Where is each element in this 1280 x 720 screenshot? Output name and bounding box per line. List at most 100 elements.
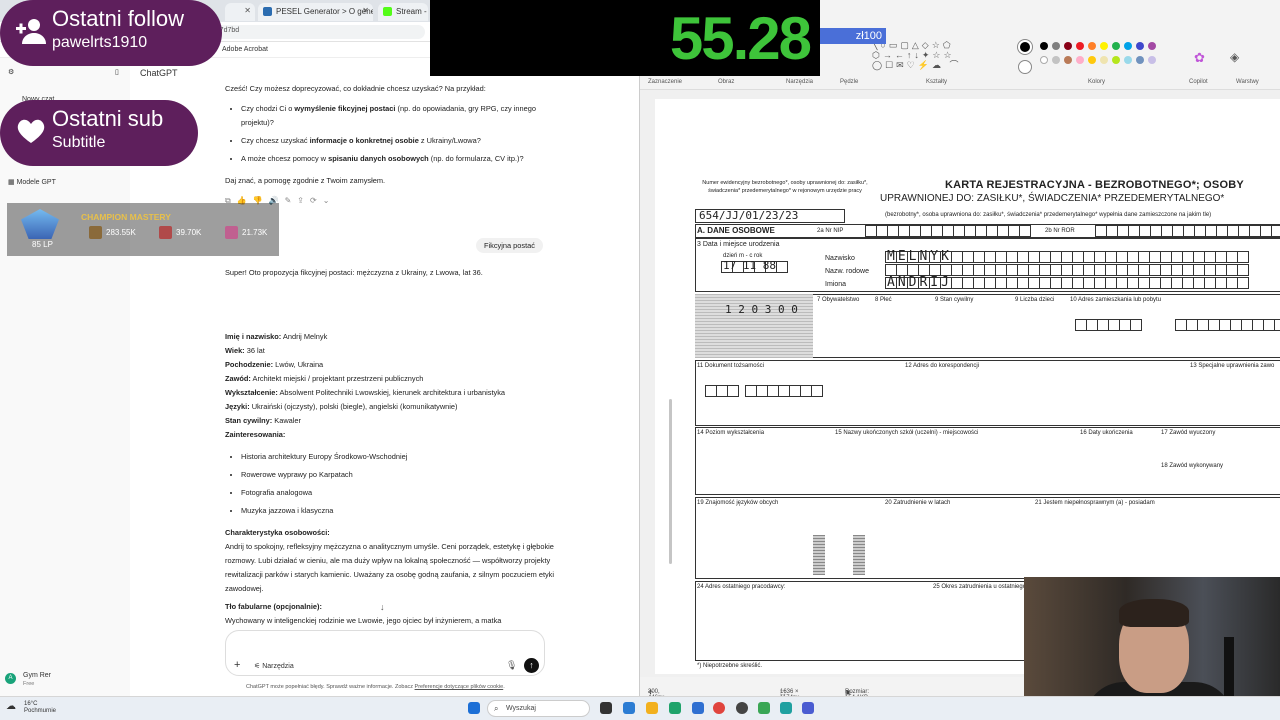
url-field[interactable]: 36b7d7bd bbox=[200, 25, 425, 39]
assistant-intro: Cześć! Czy możesz doprecyzować, co dokła… bbox=[225, 84, 486, 93]
palette-color-swatch[interactable] bbox=[1040, 56, 1048, 64]
palette-color-swatch[interactable] bbox=[1112, 42, 1120, 50]
tab-kick-stream[interactable]: Stream - K bbox=[378, 3, 428, 21]
palette-color-swatch[interactable] bbox=[1052, 56, 1060, 64]
dob-label: 3 Data i miejsce urodzenia bbox=[697, 241, 780, 248]
obs-icon[interactable] bbox=[736, 702, 748, 714]
registration-date-handwritten: 1 2 0 3 0 0 bbox=[725, 303, 798, 316]
paint-app-icon[interactable] bbox=[802, 702, 814, 714]
sidebar-item-gpts[interactable]: ▦ Modele GPT bbox=[8, 178, 56, 186]
file-explorer-icon[interactable] bbox=[646, 702, 658, 714]
vertical-scrollbar[interactable] bbox=[669, 399, 672, 564]
palette-color-swatch[interactable] bbox=[1136, 56, 1144, 64]
shapes-gallery[interactable]: ╲○▭▢△◇☆⬠ ⬡→←↑↓✦☆☆ ◯☐✉♡⚡☁ ⌒ bbox=[872, 40, 1022, 74]
close-icon[interactable]: ✕ bbox=[362, 6, 369, 15]
app-icon[interactable] bbox=[758, 702, 770, 714]
follow-title: Ostatni follow bbox=[52, 6, 185, 31]
tools-button[interactable]: ⚟ Narzędzia bbox=[254, 662, 294, 670]
tools-label: Narzędzia bbox=[262, 663, 294, 670]
palette-color-swatch[interactable] bbox=[1124, 56, 1132, 64]
palette-color-swatch[interactable] bbox=[1112, 56, 1120, 64]
send-button[interactable]: ↑ bbox=[524, 658, 539, 673]
evidence-number: 654/JJ/01/23/23 bbox=[699, 209, 799, 222]
tab-pesel[interactable]: PESEL Generator > O generato ✕ bbox=[258, 3, 373, 21]
field-row: Pochodzenie: Lwów, Ukraina bbox=[225, 360, 324, 369]
edge-icon[interactable] bbox=[669, 702, 681, 714]
close-icon[interactable]: ✕ bbox=[244, 6, 251, 15]
bookmark-adobe[interactable]: Adobe Acrobat bbox=[222, 46, 268, 53]
weather-desc: Pochmurnie bbox=[24, 708, 57, 714]
palette-color-swatch[interactable] bbox=[1148, 56, 1156, 64]
palette-color-swatch[interactable] bbox=[1040, 42, 1048, 50]
field-row: Języki: Ukraiński (ojczysty), polski (bi… bbox=[225, 402, 458, 411]
settings-icon[interactable]: ⚙ bbox=[8, 68, 14, 76]
chrome-icon[interactable] bbox=[713, 702, 725, 714]
price-badge: zł100 bbox=[820, 28, 886, 44]
scroll-down-icon[interactable]: ↓ bbox=[380, 602, 385, 612]
interests-list: Historia architektury Europy Środkowo-Ws… bbox=[241, 448, 555, 520]
layers-icon[interactable]: ◈ bbox=[1230, 50, 1239, 64]
start-menu-icon[interactable] bbox=[468, 702, 480, 714]
profession-label: 17 Zawód wyuczony bbox=[1161, 430, 1216, 436]
sidebar-toggle-icon[interactable]: ▯ bbox=[115, 68, 119, 76]
field-row: Imię i nazwisko: Andrij Melnyk bbox=[225, 332, 328, 341]
palette-color-swatch[interactable] bbox=[1064, 56, 1072, 64]
section-a-label: A. DANE OSOBOWE bbox=[697, 226, 775, 235]
outlook-icon[interactable] bbox=[623, 702, 635, 714]
palette-color-swatch[interactable] bbox=[1124, 42, 1132, 50]
microphone-icon[interactable]: 🎙 bbox=[506, 660, 517, 671]
special-rights-label: 13 Specjalne uprawnienia zawo bbox=[1190, 363, 1275, 369]
schools-label: 15 Nazwy ukończonych szkół (uczelni) - m… bbox=[835, 430, 979, 436]
follow-username: pawelrts1910 bbox=[52, 34, 148, 51]
palette-color-swatch[interactable] bbox=[1052, 42, 1060, 50]
palette-color-swatch[interactable] bbox=[1076, 42, 1084, 50]
champion-portrait-icon bbox=[159, 226, 172, 239]
palette-color-swatch[interactable] bbox=[1100, 42, 1108, 50]
grid-icon: ▦ bbox=[8, 179, 17, 186]
store-icon[interactable] bbox=[692, 702, 704, 714]
surname-handwritten: MELNYK bbox=[887, 249, 952, 264]
sliders-icon: ⚟ bbox=[254, 663, 263, 670]
shaded-block bbox=[813, 535, 825, 575]
palette-color-swatch[interactable] bbox=[1148, 42, 1156, 50]
marital-label: 9 Stan cywilny bbox=[935, 297, 974, 303]
maiden-name-label: Nazw. rodowe bbox=[825, 268, 869, 275]
ror-label: 2b Nr ROR bbox=[1045, 228, 1075, 234]
graduation-label: 16 Daty ukończenia bbox=[1080, 430, 1133, 436]
message-composer[interactable]: + ⚟ Narzędzia 🎙 ↑ bbox=[225, 630, 545, 676]
palette-color-swatch[interactable] bbox=[1088, 56, 1096, 64]
kick-favicon-icon bbox=[383, 7, 392, 16]
plus-icon[interactable]: + bbox=[234, 659, 240, 671]
search-icon: ⌕ bbox=[494, 704, 499, 713]
children-label: 9 Liczba dzieci bbox=[1015, 297, 1055, 303]
tab-close-area[interactable]: ✕ bbox=[225, 3, 255, 21]
palette-color-swatch[interactable] bbox=[1088, 42, 1096, 50]
rank-emblem-icon bbox=[21, 209, 59, 239]
footer-note: *) Niepotrzebne skreślić. bbox=[697, 663, 763, 669]
group-copilot: Copilot bbox=[1189, 79, 1208, 85]
taskbar-search[interactable]: ⌕ Wyszukaj bbox=[487, 700, 590, 717]
field-row: Stan cywilny: Kawaler bbox=[225, 416, 301, 425]
task-view-icon[interactable] bbox=[600, 702, 612, 714]
group-layers: Warstwy bbox=[1236, 79, 1259, 85]
champion-portrait-icon bbox=[89, 226, 102, 239]
color-2-swatch[interactable] bbox=[1018, 60, 1032, 74]
practiced-profession-label: 18 Zawód wykonywany bbox=[1161, 463, 1224, 469]
palette-color-swatch[interactable] bbox=[1100, 56, 1108, 64]
palette-color-swatch[interactable] bbox=[1064, 42, 1072, 50]
copilot-icon[interactable]: ✿ bbox=[1194, 50, 1205, 66]
group-brushes: Pędzle bbox=[840, 79, 859, 85]
cookie-preferences-link[interactable]: Preferencje dotyczące plików cookie bbox=[415, 684, 504, 690]
palette-color-swatch[interactable] bbox=[1076, 56, 1084, 64]
app-icon[interactable] bbox=[780, 702, 792, 714]
postal-cells bbox=[1075, 319, 1142, 331]
weather-widget[interactable]: ☁ 16°C Pochmurnie bbox=[6, 701, 57, 715]
tab-label: PESEL Generator > O generato bbox=[276, 7, 373, 16]
field-row: Wiek: 36 lat bbox=[225, 346, 265, 355]
user-name: Gym Rer bbox=[23, 672, 51, 679]
palette-color-swatch[interactable] bbox=[1136, 42, 1144, 50]
app-title: ChatGPT bbox=[140, 68, 178, 78]
tab-label: Stream - K bbox=[396, 7, 428, 16]
shaded-block bbox=[853, 535, 865, 575]
color-1-swatch[interactable] bbox=[1018, 40, 1032, 54]
